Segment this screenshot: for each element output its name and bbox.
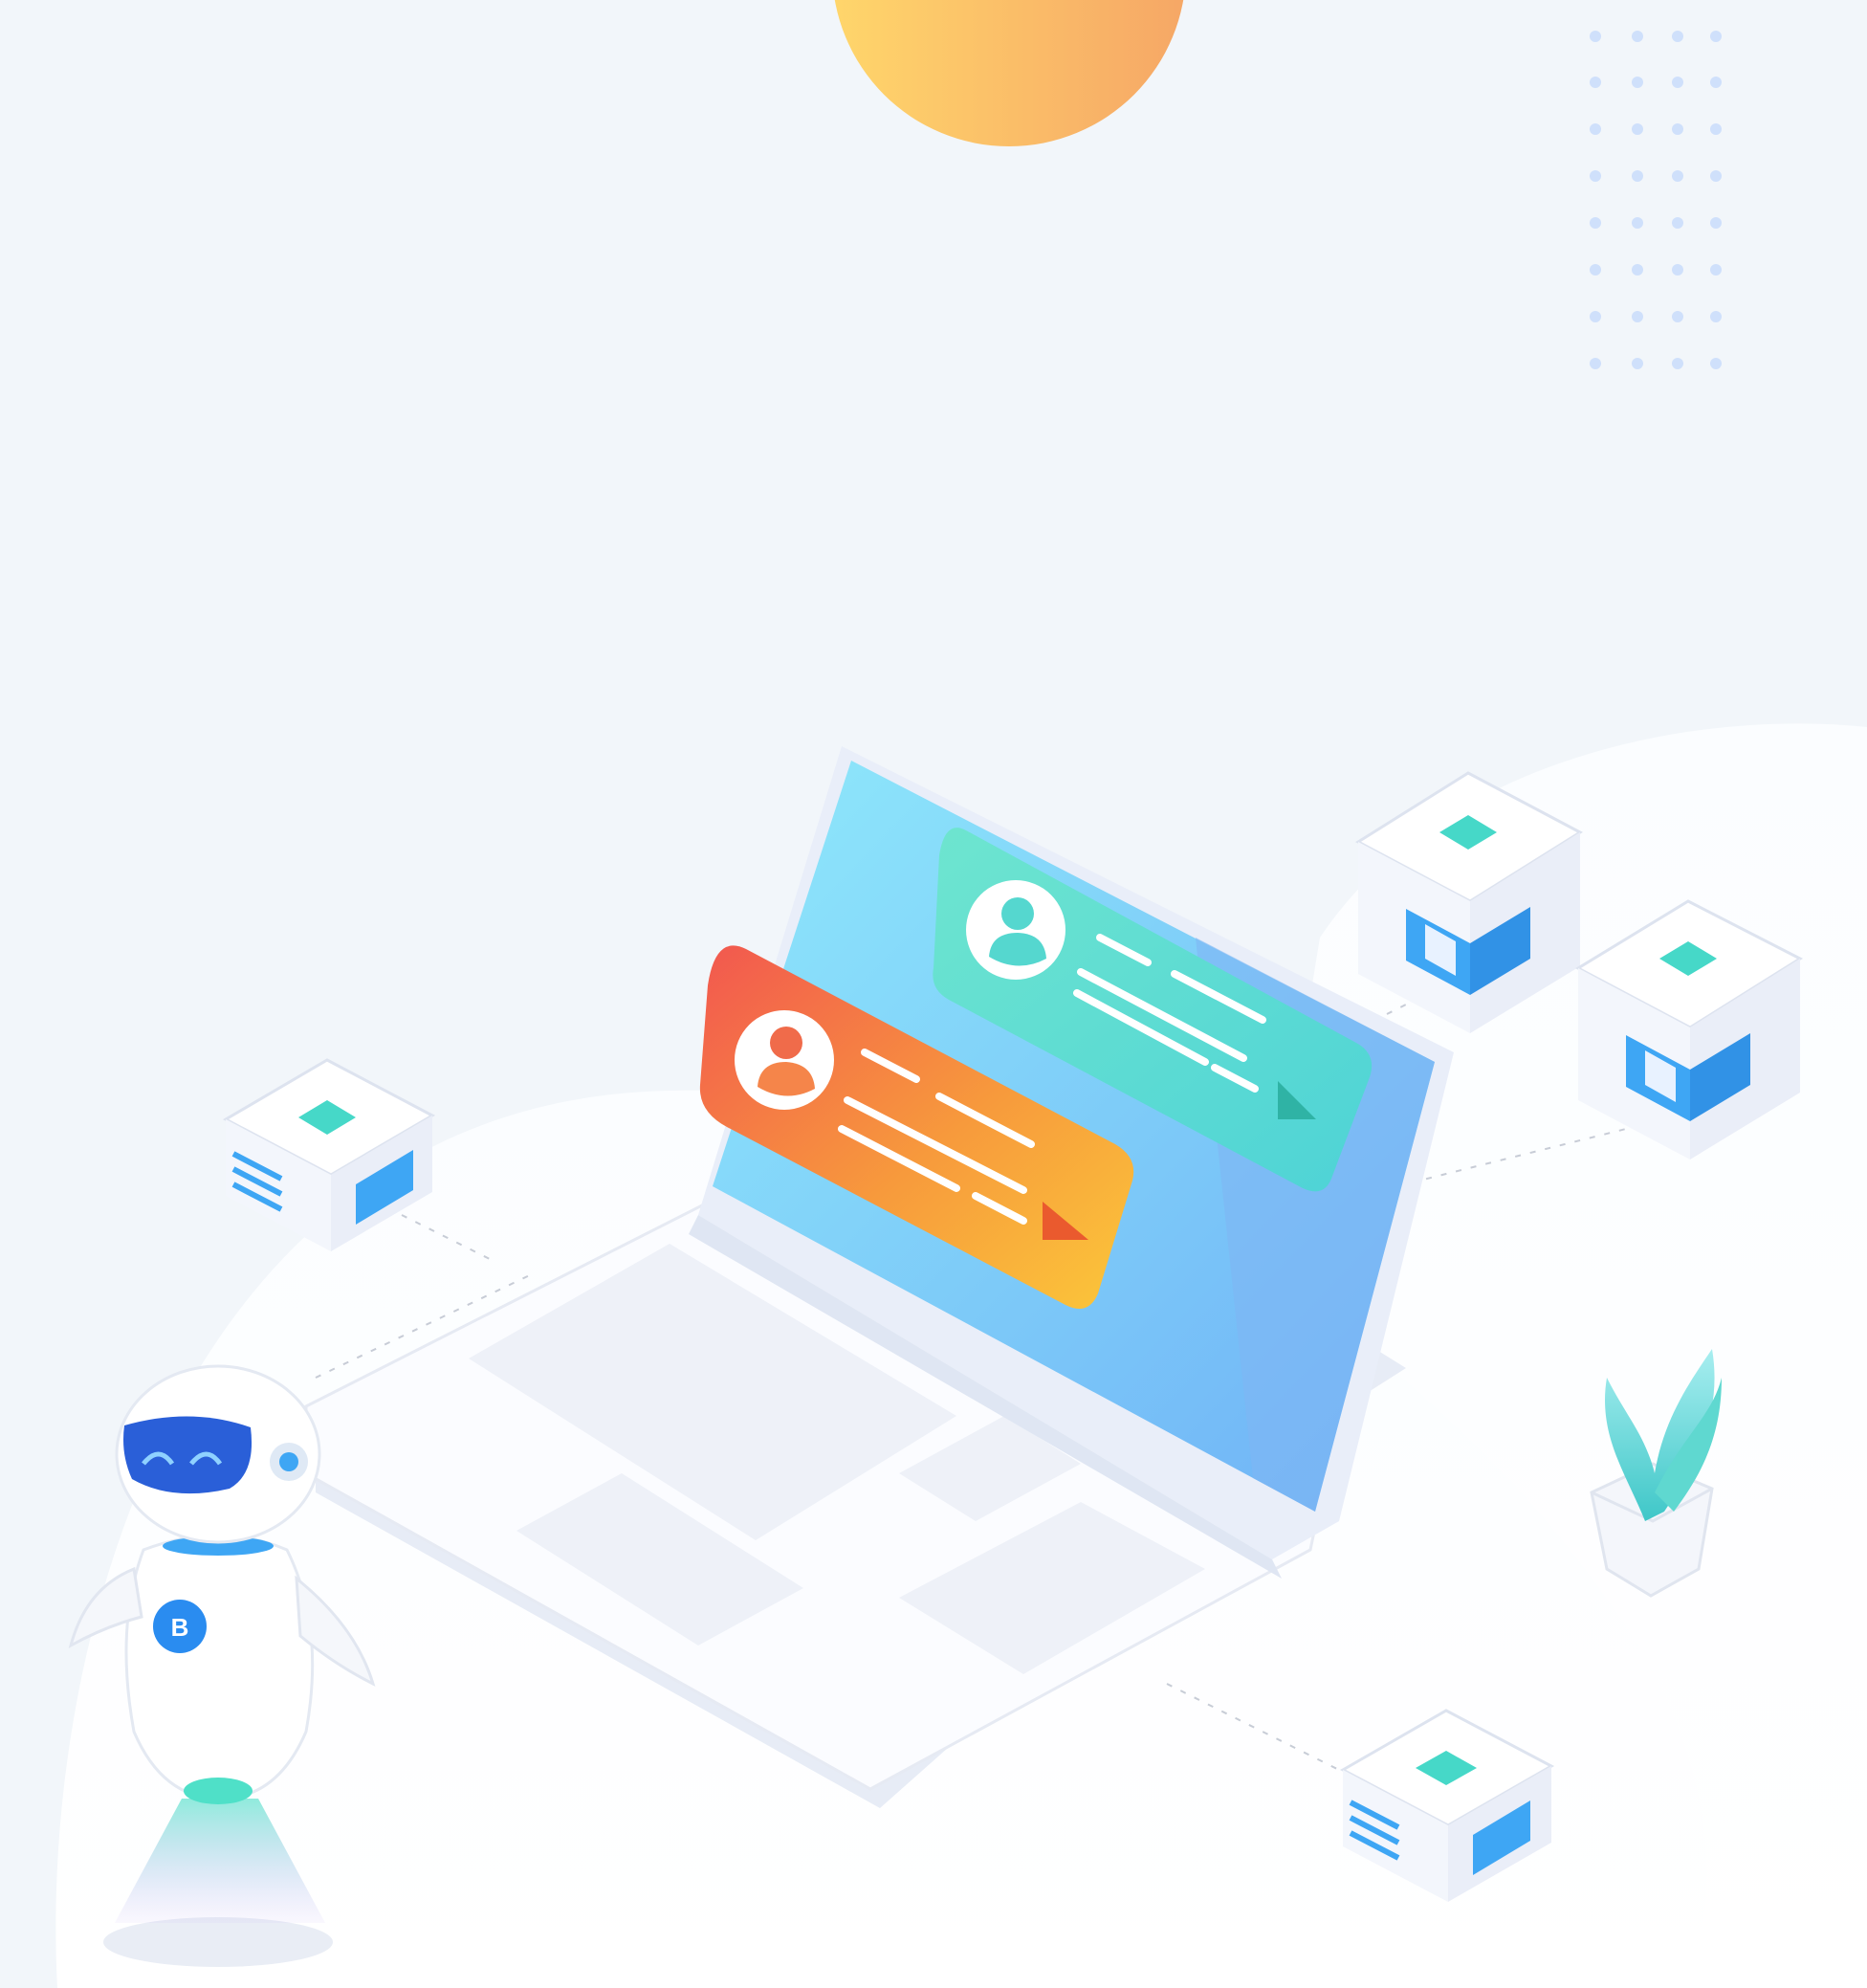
user-avatar-icon — [966, 880, 1065, 980]
svg-text:B: B — [171, 1613, 189, 1642]
user-avatar-icon — [735, 1010, 834, 1110]
laptop-chat-illustration: B — [0, 0, 1867, 1988]
